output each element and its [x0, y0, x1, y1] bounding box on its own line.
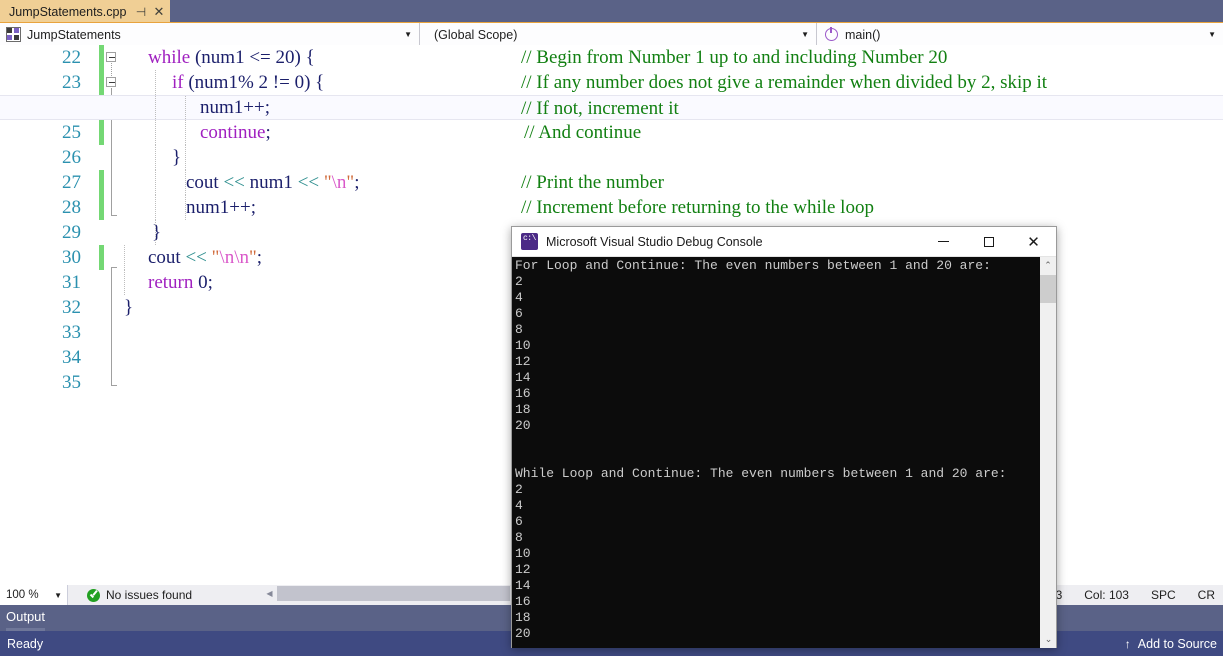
console-output-text: For Loop and Continue: The even numbers … — [515, 258, 1007, 641]
chevron-down-icon[interactable]: ▼ — [404, 23, 412, 46]
close-icon[interactable]: ✕ — [153, 1, 164, 23]
visual-studio-window: JumpStatements.cpp ⊣ ✕ JumpStatements ▼ … — [0, 0, 1223, 656]
line-ending-mode[interactable]: CR — [1198, 588, 1215, 602]
code-line[interactable]: if (num1% 2 != 0) { // If any number does… — [0, 70, 1223, 95]
document-tab-strip: JumpStatements.cpp ⊣ ✕ — [0, 0, 1223, 22]
issues-label: No issues found — [106, 588, 193, 602]
indent-guide — [185, 170, 186, 195]
output-tab-label: Output — [6, 609, 46, 624]
code-line[interactable]: continue; // And continue — [0, 120, 1223, 145]
code-comment: // Begin from Number 1 up to and includi… — [521, 47, 948, 68]
indent-guide — [185, 195, 186, 220]
code-text: num1++; — [200, 97, 270, 118]
horizontal-scrollbar[interactable]: ◀ — [262, 585, 510, 602]
code-text: cout << num1 << "\n"; — [186, 172, 360, 193]
indent-guide — [155, 120, 156, 145]
document-tab-jumpstatements[interactable]: JumpStatements.cpp ⊣ ✕ — [0, 0, 171, 23]
check-circle-icon — [87, 588, 100, 602]
code-text: if (num1% 2 != 0) { — [172, 72, 325, 93]
pin-icon[interactable]: ⊣ — [135, 1, 146, 23]
console-vertical-scrollbar[interactable]: ⌃ ⌄ — [1039, 257, 1056, 648]
zoom-level-dropdown[interactable]: 100 % ▼ — [0, 585, 68, 605]
method-icon — [825, 27, 838, 41]
issues-indicator[interactable]: No issues found — [87, 588, 192, 602]
code-line[interactable]: while (num1 <= 20) { // Begin from Number… — [0, 45, 1223, 70]
code-text: return 0; — [148, 272, 213, 293]
scope-dropdown-label: (Global Scope) — [434, 27, 518, 42]
indent-guide — [155, 70, 156, 95]
tab-output[interactable]: Output — [6, 607, 46, 631]
scrollbar-thumb[interactable] — [277, 586, 510, 601]
add-to-source-control-label: Add to Source — [1137, 636, 1217, 651]
code-comment: // If not, increment it — [521, 98, 679, 119]
chevron-down-icon[interactable]: ▼ — [1208, 23, 1216, 46]
chevron-down-icon[interactable]: ▼ — [54, 591, 62, 600]
column-position: Col: 103 — [1084, 588, 1129, 602]
console-title-bar[interactable]: Microsoft Visual Studio Debug Console ✕ — [512, 227, 1056, 257]
indent-guide — [155, 170, 156, 195]
indent-guide — [155, 96, 156, 121]
debug-console-window[interactable]: Microsoft Visual Studio Debug Console ✕ … — [511, 226, 1057, 648]
code-text: } — [172, 147, 182, 168]
zoom-level-label: 100 % — [6, 589, 39, 601]
code-comment: // Print the number — [521, 172, 665, 193]
scrollbar-track[interactable] — [277, 586, 510, 601]
indent-guide — [155, 145, 156, 170]
project-icon — [6, 27, 21, 42]
indent-guide — [185, 96, 186, 121]
indentation-mode[interactable]: SPC — [1151, 588, 1176, 602]
indent-guide — [185, 145, 186, 170]
code-line[interactable]: } — [0, 145, 1223, 170]
code-line[interactable]: cout << num1 << "\n"; // Print the number — [0, 170, 1223, 195]
chevron-up-icon[interactable]: ⌃ — [1040, 257, 1056, 274]
project-dropdown-label: JumpStatements — [27, 27, 121, 42]
console-title-label: Microsoft Visual Studio Debug Console — [546, 234, 763, 249]
console-output-area[interactable]: For Loop and Continue: The even numbers … — [512, 257, 1056, 648]
console-icon — [521, 233, 538, 250]
project-dropdown[interactable]: JumpStatements ▼ — [0, 23, 420, 46]
code-text: cout << "\n\n"; — [148, 247, 263, 268]
code-text: num1++; — [186, 197, 256, 218]
close-icon[interactable]: ✕ — [1011, 227, 1056, 257]
code-line[interactable]: num1++; // If not, increment it — [0, 95, 1223, 121]
code-text: } — [124, 297, 134, 318]
member-dropdown[interactable]: main() ▼ — [817, 23, 1223, 46]
status-text: Ready — [7, 636, 44, 651]
maximize-icon[interactable] — [966, 227, 1011, 257]
code-comment: // Increment before returning to the whi… — [521, 197, 874, 218]
scope-dropdown[interactable]: (Global Scope) ▼ — [420, 23, 817, 46]
indent-guide — [155, 195, 156, 220]
chevron-down-icon[interactable]: ⌄ — [1040, 631, 1056, 648]
chevron-down-icon[interactable]: ▼ — [801, 23, 809, 46]
code-comment: // And continue — [524, 122, 642, 143]
code-line[interactable]: num1++; // Increment before returning to … — [0, 195, 1223, 220]
code-text: continue; — [200, 122, 271, 143]
minimize-icon[interactable] — [921, 227, 966, 257]
add-to-source-control-button[interactable]: ↑ Add to Source — [1125, 637, 1217, 651]
indent-guide — [185, 120, 186, 145]
scroll-left-icon[interactable]: ◀ — [262, 585, 277, 602]
code-text: } — [152, 222, 162, 243]
indent-guide — [155, 220, 156, 245]
code-text: while (num1 <= 20) { — [148, 47, 315, 68]
document-tab-label: JumpStatements.cpp — [9, 4, 127, 19]
scrollbar-thumb[interactable] — [1040, 275, 1056, 303]
indent-guide — [124, 270, 125, 295]
upload-icon: ↑ — [1124, 636, 1131, 651]
code-comment: // If any number does not give a remaind… — [521, 72, 1048, 93]
indent-guide — [124, 245, 125, 270]
member-dropdown-label: main() — [845, 27, 881, 42]
navigation-bar: JumpStatements ▼ (Global Scope) ▼ main()… — [0, 22, 1223, 46]
